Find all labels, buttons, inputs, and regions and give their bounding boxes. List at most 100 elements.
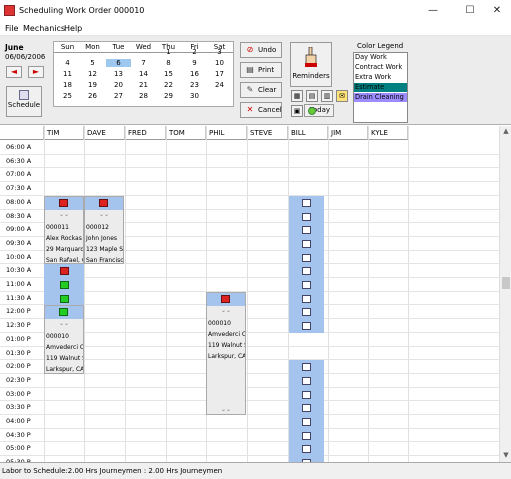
prev-month-button[interactable]: ◄ bbox=[6, 66, 22, 78]
column-divider bbox=[247, 126, 248, 462]
calendar-day[interactable]: 26 bbox=[80, 92, 105, 100]
legend-item[interactable]: Extra Work bbox=[354, 73, 407, 82]
calendar-day[interactable]: 11 bbox=[55, 70, 80, 78]
appointment-line: 119 Walnut Stree bbox=[208, 341, 245, 349]
scroll-thumb[interactable] bbox=[502, 277, 510, 289]
mechanic-header[interactable]: BILL bbox=[288, 126, 328, 140]
calendar-day[interactable]: 2 bbox=[182, 48, 207, 56]
menu-bar: File Mechanics Help bbox=[0, 22, 511, 36]
list-view-icon[interactable]: ▤ bbox=[306, 90, 318, 102]
undo-label: Undo bbox=[258, 46, 277, 54]
close-button[interactable]: ✕ bbox=[482, 3, 511, 19]
mechanic-header[interactable]: TOM bbox=[166, 126, 206, 140]
appointment-block[interactable]: ⌄⌄000010Amvederci Cafe119 Walnut StreeLa… bbox=[206, 291, 246, 415]
row-divider bbox=[0, 414, 499, 415]
maximize-button[interactable]: ☐ bbox=[455, 3, 485, 19]
week-view-icon[interactable]: ▣ bbox=[291, 105, 303, 117]
calendar-day[interactable]: 28 bbox=[131, 92, 156, 100]
schedule-grid[interactable]: TIM DAVE FRED TOM PHIL STEVE BILL JIM KYLE 06:00 … bbox=[0, 126, 499, 462]
grid-view-icon[interactable]: ▥ bbox=[321, 90, 333, 102]
cancel-button[interactable]: ✕ Cancel bbox=[240, 102, 282, 118]
calendar-day[interactable]: 8 bbox=[156, 59, 181, 67]
calendar-day[interactable]: 7 bbox=[131, 59, 156, 67]
calendar-day[interactable]: 15 bbox=[156, 70, 181, 78]
appointment-line: 000010 bbox=[208, 319, 231, 327]
calendar-day[interactable]: 25 bbox=[55, 92, 80, 100]
calendar-day[interactable]: 18 bbox=[55, 81, 80, 89]
calendar-day[interactable]: 13 bbox=[106, 70, 131, 78]
calendar-day[interactable]: 29 bbox=[156, 92, 181, 100]
mechanic-header[interactable]: PHIL bbox=[206, 126, 247, 140]
calendar-day[interactable]: 14 bbox=[131, 70, 156, 78]
menu-mechanics[interactable]: Mechanics bbox=[23, 24, 65, 33]
legend-title: Color Legend bbox=[357, 42, 404, 50]
mechanic-header[interactable]: KYLE bbox=[368, 126, 408, 140]
calendar-day[interactable]: 20 bbox=[106, 81, 131, 89]
next-month-button[interactable]: ► bbox=[28, 66, 44, 78]
chevron-down-icon: ⌄⌄ bbox=[98, 210, 110, 218]
appointment-line: 000012 bbox=[86, 223, 109, 231]
menu-help[interactable]: Help bbox=[64, 24, 82, 33]
calendar-day[interactable]: 10 bbox=[207, 59, 232, 67]
chevron-down-icon: ⌄⌄ bbox=[58, 210, 70, 218]
legend-item[interactable]: Estimate bbox=[354, 83, 407, 92]
minimize-button[interactable]: — bbox=[418, 3, 448, 19]
scroll-up-icon[interactable]: ▲ bbox=[500, 127, 511, 135]
envelope-icon bbox=[302, 445, 311, 454]
calendar-day[interactable]: 3 bbox=[207, 48, 232, 56]
print-button[interactable]: ▤ Print bbox=[240, 62, 282, 78]
time-label: 02:30 P bbox=[6, 375, 31, 384]
calendar-view-icon[interactable]: ▦ bbox=[291, 90, 303, 102]
menu-file[interactable]: File bbox=[5, 24, 18, 33]
calendar-day[interactable]: 1 bbox=[156, 48, 181, 56]
calendar-day[interactable]: 19 bbox=[80, 81, 105, 89]
mechanic-header[interactable]: TIM bbox=[44, 126, 84, 140]
envelope-icon bbox=[302, 404, 311, 413]
clear-button[interactable]: ✎ Clear bbox=[240, 82, 282, 98]
envelope-icon bbox=[302, 308, 311, 317]
calendar-day[interactable]: 17 bbox=[207, 70, 232, 78]
calendar-day[interactable]: 5 bbox=[80, 59, 105, 67]
calendar-day[interactable]: 4 bbox=[55, 59, 80, 67]
legend-item[interactable]: Day Work bbox=[354, 53, 407, 62]
mechanic-header[interactable]: STEVE bbox=[247, 126, 288, 140]
calendar-day[interactable]: 21 bbox=[131, 81, 156, 89]
calendar-day[interactable]: 9 bbox=[182, 59, 207, 67]
calendar-day[interactable]: 27 bbox=[106, 92, 131, 100]
legend-item[interactable]: Contract Work bbox=[354, 63, 407, 72]
appointment-block[interactable]: ⌄⌄000012John Jones123 Maple StreeSan Fra… bbox=[84, 195, 124, 265]
calendar-day[interactable]: 22 bbox=[156, 81, 181, 89]
reminders-button[interactable]: Reminders bbox=[290, 42, 332, 87]
truck-icon bbox=[99, 198, 108, 207]
row-divider bbox=[0, 455, 499, 457]
mechanic-header[interactable]: DAVE bbox=[84, 126, 125, 140]
scroll-down-icon[interactable]: ▼ bbox=[500, 451, 511, 459]
tools-icon bbox=[60, 294, 69, 303]
legend-item[interactable]: Drain Cleaning bbox=[354, 93, 407, 102]
chevron-down-icon: ⌄⌄ bbox=[58, 255, 70, 263]
envelope-icon bbox=[302, 267, 311, 276]
calendar-day[interactable]: 24 bbox=[207, 81, 232, 89]
today-icon bbox=[308, 107, 316, 115]
calendar-day[interactable]: 30 bbox=[182, 92, 207, 100]
mechanic-header[interactable]: JIM bbox=[328, 126, 368, 140]
month-label: June bbox=[5, 43, 24, 52]
undo-button[interactable]: ⊘ Undo bbox=[240, 42, 282, 58]
time-label: 12:30 P bbox=[6, 321, 31, 330]
calendar-day[interactable]: 16 bbox=[182, 70, 207, 78]
calendar-day[interactable]: 12 bbox=[80, 70, 105, 78]
mechanic-header[interactable]: FRED bbox=[125, 126, 166, 140]
appointment-block[interactable]: ⌄⌄000011Alex Rockas Co29 Marquard AvSan … bbox=[44, 195, 84, 265]
row-divider bbox=[0, 153, 499, 155]
today-button[interactable]: Today bbox=[304, 104, 334, 117]
time-label: 10:00 A bbox=[6, 252, 32, 261]
schedule-button[interactable]: Schedule bbox=[6, 86, 42, 117]
weekday-label: Tue bbox=[112, 43, 125, 51]
notes-icon[interactable]: ✉ bbox=[336, 90, 348, 102]
calendar-day[interactable]: 23 bbox=[182, 81, 207, 89]
title-bar: Scheduling Work Order 000010 — ☐ ✕ bbox=[0, 0, 511, 22]
chevron-down-icon: ⌄⌄ bbox=[98, 255, 110, 263]
calendar-day-selected[interactable]: 6 bbox=[106, 59, 131, 67]
appointment-block[interactable]: ⌄⌄000010Amvederci Cafe119 Walnut StreeLa… bbox=[44, 305, 84, 374]
vertical-scrollbar[interactable]: ▲ ▼ bbox=[499, 126, 511, 462]
